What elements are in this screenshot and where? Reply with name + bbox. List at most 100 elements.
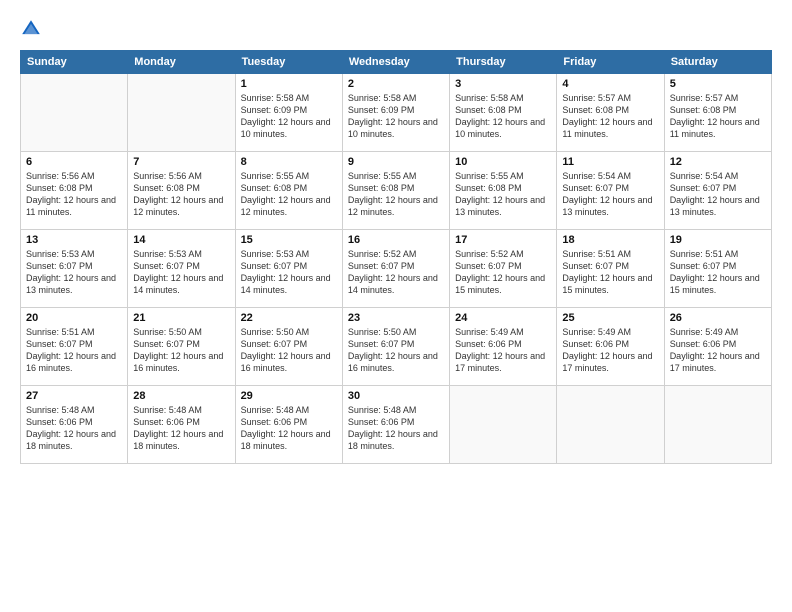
calendar-cell: 13Sunrise: 5:53 AM Sunset: 6:07 PM Dayli… [21, 230, 128, 308]
weekday-header-cell: Thursday [450, 51, 557, 74]
day-info: Sunrise: 5:50 AM Sunset: 6:07 PM Dayligh… [133, 326, 229, 375]
weekday-header-row: SundayMondayTuesdayWednesdayThursdayFrid… [21, 51, 772, 74]
calendar-cell [664, 386, 771, 464]
day-number: 10 [455, 156, 551, 168]
page: SundayMondayTuesdayWednesdayThursdayFrid… [0, 0, 792, 612]
calendar-cell: 28 Sunrise: 5:48 AM Sunset: 6:06 PM Dayli… [128, 386, 235, 464]
calendar-body: 1 Sunrise: 5:58 AM Sunset: 6:09 PM Daylig… [21, 74, 772, 464]
day-info: Sunrise: 5:51 AM Sunset: 6:07 PM Dayligh… [670, 248, 766, 297]
day-number: 28 [133, 390, 229, 402]
day-info: Sunrise: 5:57 AM Sunset: 6:08 PM Dayligh… [670, 92, 766, 141]
calendar-cell: 30 Sunrise: 5:48 AM Sunset: 6:06 PM Dayli… [342, 386, 449, 464]
day-info: Sunrise: 5:56 AM Sunset: 6:08 PM Dayligh… [26, 170, 122, 219]
day-info: Sunrise: 5:53 AM Sunset: 6:07 PM Dayligh… [133, 248, 229, 297]
calendar-cell: 18 Sunrise: 5:51 AM Sunset: 6:07 PM Dayli… [557, 230, 664, 308]
day-number: 12 [670, 156, 766, 168]
calendar-cell: 1 Sunrise: 5:58 AM Sunset: 6:09 PM Daylig… [235, 74, 342, 152]
day-number: 3 [455, 78, 551, 90]
weekday-header-cell: Saturday [664, 51, 771, 74]
day-number: 30 [348, 390, 444, 402]
calendar-cell: 2 Sunrise: 5:58 AM Sunset: 6:09 PM Daylig… [342, 74, 449, 152]
calendar-cell: 5Sunrise: 5:57 AM Sunset: 6:08 PM Daylig… [664, 74, 771, 152]
day-number: 21 [133, 312, 229, 324]
day-number: 27 [26, 390, 122, 402]
day-info: Sunrise: 5:49 AM Sunset: 6:06 PM Dayligh… [455, 326, 551, 375]
calendar-cell: 17Sunrise: 5:52 AM Sunset: 6:07 PM Dayli… [450, 230, 557, 308]
day-info: Sunrise: 5:56 AM Sunset: 6:08 PM Dayligh… [133, 170, 229, 219]
calendar-cell [450, 386, 557, 464]
calendar-cell: 26 Sunrise: 5:49 AM Sunset: 6:06 PM Dayli… [664, 308, 771, 386]
calendar-cell: 6Sunrise: 5:56 AM Sunset: 6:08 PM Daylig… [21, 152, 128, 230]
day-info: Sunrise: 5:50 AM Sunset: 6:07 PM Dayligh… [348, 326, 444, 375]
day-number: 19 [670, 234, 766, 246]
calendar-week-row: 1 Sunrise: 5:58 AM Sunset: 6:09 PM Daylig… [21, 74, 772, 152]
day-info: Sunrise: 5:55 AM Sunset: 6:08 PM Dayligh… [455, 170, 551, 219]
day-info: Sunrise: 5:48 AM Sunset: 6:06 PM Dayligh… [348, 404, 444, 453]
calendar-week-row: 13 Sunrise: 5:53 AM Sunset: 6:07 PM Dayli… [21, 230, 772, 308]
day-number: 18 [562, 234, 658, 246]
calendar-week-row: 27 Sunrise: 5:48 AM Sunset: 6:06 PM Dayli… [21, 386, 772, 464]
calendar-cell: 27Sunrise: 5:48 AM Sunset: 6:06 PM Dayli… [21, 386, 128, 464]
day-info: Sunrise: 5:50 AM Sunset: 6:07 PM Dayligh… [241, 326, 337, 375]
day-number: 14 [133, 234, 229, 246]
calendar-cell: 15 Sunrise: 5:53 AM Sunset: 6:07 PM Dayli… [235, 230, 342, 308]
day-number: 15 [241, 234, 337, 246]
day-number: 13 [26, 234, 122, 246]
calendar-cell [128, 74, 235, 152]
weekday-header-cell: Friday [557, 51, 664, 74]
day-info: Sunrise: 5:55 AM Sunset: 6:08 PM Dayligh… [348, 170, 444, 219]
calendar-cell: 25Sunrise: 5:49 AM Sunset: 6:06 PM Dayli… [557, 308, 664, 386]
day-info: Sunrise: 5:58 AM Sunset: 6:09 PM Dayligh… [241, 92, 337, 141]
logo [20, 18, 46, 40]
day-info: Sunrise: 5:49 AM Sunset: 6:06 PM Dayligh… [670, 326, 766, 375]
calendar-cell: 22 Sunrise: 5:50 AM Sunset: 6:07 PM Dayli… [235, 308, 342, 386]
day-info: Sunrise: 5:58 AM Sunset: 6:08 PM Dayligh… [455, 92, 551, 141]
day-number: 2 [348, 78, 444, 90]
day-number: 7 [133, 156, 229, 168]
calendar-cell: 12Sunrise: 5:54 AM Sunset: 6:07 PM Dayli… [664, 152, 771, 230]
calendar-cell: 19 Sunrise: 5:51 AM Sunset: 6:07 PM Dayli… [664, 230, 771, 308]
day-number: 8 [241, 156, 337, 168]
calendar-cell: 24 Sunrise: 5:49 AM Sunset: 6:06 PM Dayli… [450, 308, 557, 386]
day-number: 1 [241, 78, 337, 90]
day-number: 22 [241, 312, 337, 324]
day-number: 11 [562, 156, 658, 168]
day-info: Sunrise: 5:48 AM Sunset: 6:06 PM Dayligh… [241, 404, 337, 453]
calendar-cell: 21 Sunrise: 5:50 AM Sunset: 6:07 PM Dayli… [128, 308, 235, 386]
day-info: Sunrise: 5:55 AM Sunset: 6:08 PM Dayligh… [241, 170, 337, 219]
day-info: Sunrise: 5:48 AM Sunset: 6:06 PM Dayligh… [133, 404, 229, 453]
calendar-cell: 4 Sunrise: 5:57 AM Sunset: 6:08 PM Daylig… [557, 74, 664, 152]
calendar-cell: 23 Sunrise: 5:50 AM Sunset: 6:07 PM Dayli… [342, 308, 449, 386]
day-info: Sunrise: 5:53 AM Sunset: 6:07 PM Dayligh… [241, 248, 337, 297]
weekday-header-cell: Wednesday [342, 51, 449, 74]
calendar-cell: 8 Sunrise: 5:55 AM Sunset: 6:08 PM Daylig… [235, 152, 342, 230]
day-info: Sunrise: 5:51 AM Sunset: 6:07 PM Dayligh… [26, 326, 122, 375]
day-number: 26 [670, 312, 766, 324]
day-number: 20 [26, 312, 122, 324]
day-info: Sunrise: 5:51 AM Sunset: 6:07 PM Dayligh… [562, 248, 658, 297]
calendar-cell: 11 Sunrise: 5:54 AM Sunset: 6:07 PM Dayli… [557, 152, 664, 230]
calendar-week-row: 6Sunrise: 5:56 AM Sunset: 6:08 PM Daylig… [21, 152, 772, 230]
calendar-cell: 3 Sunrise: 5:58 AM Sunset: 6:08 PM Daylig… [450, 74, 557, 152]
weekday-header-cell: Sunday [21, 51, 128, 74]
day-number: 9 [348, 156, 444, 168]
day-info: Sunrise: 5:58 AM Sunset: 6:09 PM Dayligh… [348, 92, 444, 141]
day-number: 25 [562, 312, 658, 324]
day-number: 17 [455, 234, 551, 246]
day-number: 24 [455, 312, 551, 324]
day-info: Sunrise: 5:57 AM Sunset: 6:08 PM Dayligh… [562, 92, 658, 141]
day-number: 4 [562, 78, 658, 90]
calendar-cell: 9 Sunrise: 5:55 AM Sunset: 6:08 PM Daylig… [342, 152, 449, 230]
calendar-week-row: 20 Sunrise: 5:51 AM Sunset: 6:07 PM Dayli… [21, 308, 772, 386]
calendar-cell: 14 Sunrise: 5:53 AM Sunset: 6:07 PM Dayli… [128, 230, 235, 308]
day-number: 16 [348, 234, 444, 246]
calendar-cell: 20 Sunrise: 5:51 AM Sunset: 6:07 PM Dayli… [21, 308, 128, 386]
day-number: 23 [348, 312, 444, 324]
calendar-cell: 10 Sunrise: 5:55 AM Sunset: 6:08 PM Dayli… [450, 152, 557, 230]
day-info: Sunrise: 5:54 AM Sunset: 6:07 PM Dayligh… [562, 170, 658, 219]
header [20, 18, 772, 40]
calendar-cell [21, 74, 128, 152]
calendar-cell: 16Sunrise: 5:52 AM Sunset: 6:07 PM Dayli… [342, 230, 449, 308]
calendar-cell: 7 Sunrise: 5:56 AM Sunset: 6:08 PM Daylig… [128, 152, 235, 230]
calendar-cell [557, 386, 664, 464]
